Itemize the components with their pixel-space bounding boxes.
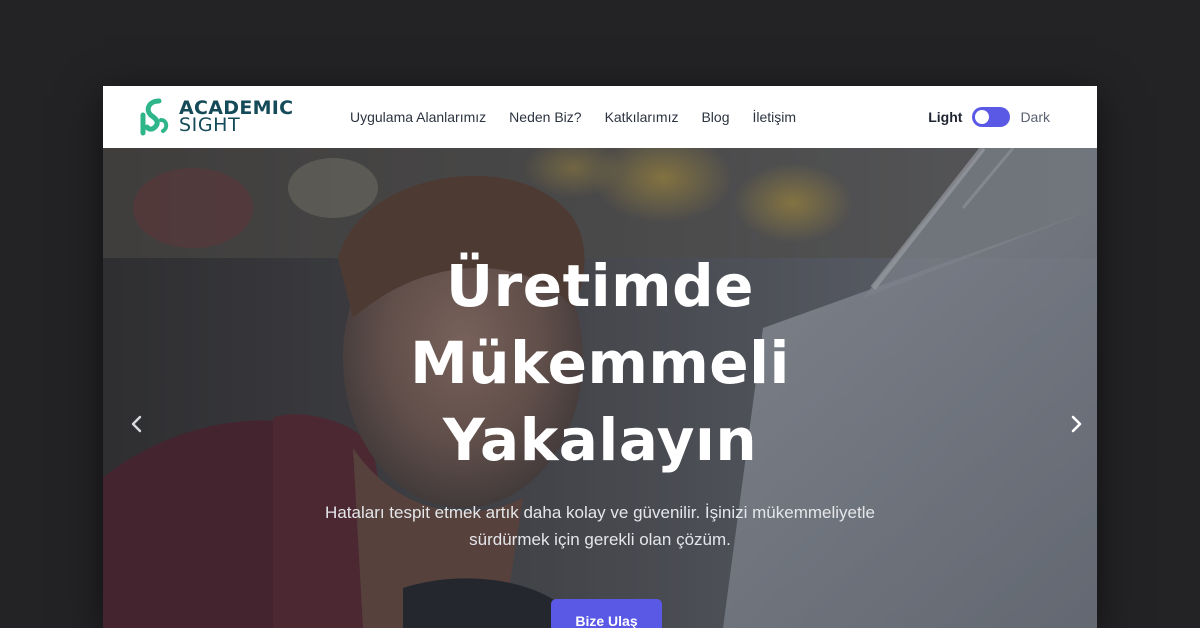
hero-title-line-3: Yakalayın <box>442 406 758 474</box>
hero-subtitle: Hataları tespit etmek artık daha kolay v… <box>300 499 900 553</box>
hero-title-line-1: Üretimde <box>446 252 754 320</box>
theme-toggle[interactable] <box>972 107 1011 127</box>
chevron-left-icon[interactable] <box>125 412 149 436</box>
hero-title-line-2: Mükemmeli <box>410 329 790 397</box>
nav-link-application-areas[interactable]: Uygulama Alanlarımız <box>350 109 486 125</box>
brand-name: ACADEMIC SIGHT <box>179 99 293 136</box>
theme-light-label: Light <box>928 109 963 125</box>
browser-frame: ACADEMIC SIGHT Uygulama Alanlarımız Nede… <box>103 86 1097 628</box>
nav-link-blog[interactable]: Blog <box>701 109 729 125</box>
brand-name-line2: SIGHT <box>179 114 241 136</box>
nav-link-why-us[interactable]: Neden Biz? <box>509 109 581 125</box>
hero-subtitle-line-2: sürdürmek için gerekli olan çözüm. <box>469 530 731 549</box>
theme-toggle-knob <box>975 110 990 124</box>
chevron-right-icon[interactable] <box>1064 412 1088 436</box>
navbar: ACADEMIC SIGHT Uygulama Alanlarımız Nede… <box>103 86 1097 148</box>
nav-link-contributions[interactable]: Katkılarımız <box>605 109 679 125</box>
contact-us-button[interactable]: Bize Ulaş <box>551 599 662 628</box>
nav-link-contact[interactable]: İletişim <box>753 109 797 125</box>
theme-dark-label: Dark <box>1020 109 1050 125</box>
logo-mark-icon <box>140 98 169 136</box>
hero-slider: Üretimde Mükemmeli Yakalayın Hataları te… <box>103 148 1097 628</box>
hero-subtitle-line-1: Hataları tespit etmek artık daha kolay v… <box>325 503 875 522</box>
brand-logo[interactable]: ACADEMIC SIGHT <box>139 97 293 137</box>
hero-title: Üretimde Mükemmeli Yakalayın <box>300 248 900 479</box>
theme-switch: Light Dark <box>928 86 1050 148</box>
main-nav: Uygulama Alanlarımız Neden Biz? Katkılar… <box>350 86 796 148</box>
